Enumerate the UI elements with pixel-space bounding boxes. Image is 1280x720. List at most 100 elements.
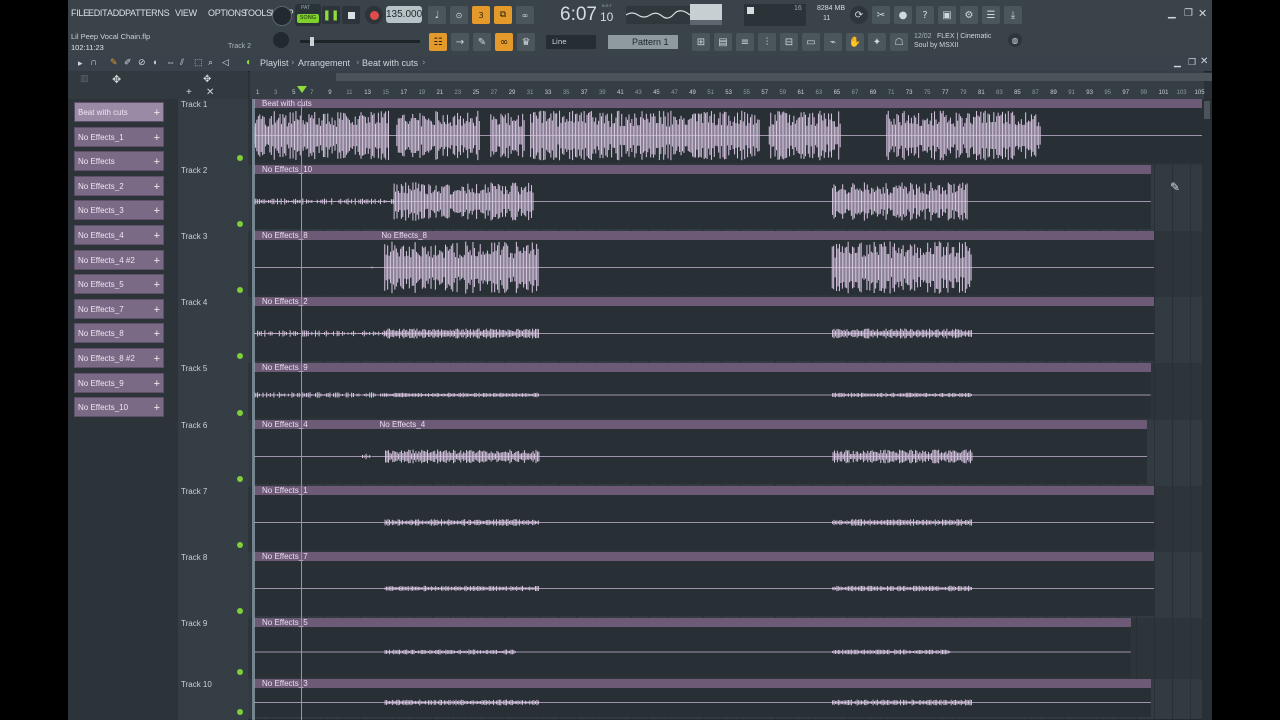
audio-clip[interactable]: No Effects_2: [254, 297, 1155, 361]
restore-button[interactable]: ❐: [1184, 8, 1193, 19]
pattern-move-icon[interactable]: +: [154, 103, 160, 123]
channel-rack-button[interactable]: ▤: [714, 33, 732, 51]
menu-file[interactable]: FILE: [71, 8, 89, 18]
record-button[interactable]: [365, 6, 383, 24]
track-mute-led[interactable]: [237, 353, 243, 359]
track-mute-led[interactable]: [237, 287, 243, 293]
online-button[interactable]: ◍: [1008, 33, 1022, 47]
audio-clip[interactable]: No Effects_9: [254, 363, 1151, 418]
playlist-close[interactable]: ✕: [1200, 56, 1208, 67]
master-pitch-knob[interactable]: [273, 32, 289, 48]
mute-tool-icon[interactable]: ◖: [152, 57, 157, 67]
pause-button[interactable]: ❚❚: [322, 6, 340, 24]
clip-label[interactable]: No Effects_4: [371, 420, 1148, 429]
pattern-move-icon[interactable]: +: [154, 128, 160, 148]
zoom-tool-icon[interactable]: ⌕: [208, 57, 213, 68]
pattern-item[interactable]: No Effects_4 +: [74, 225, 164, 245]
playlist-restore[interactable]: ❐: [1188, 57, 1196, 68]
select-tool-icon[interactable]: ⬚: [194, 57, 203, 68]
audio-input-button[interactable]: ●: [894, 6, 912, 24]
track-name[interactable]: Track 7: [181, 487, 207, 496]
clip-label[interactable]: No Effects_5: [254, 618, 1131, 627]
clip-label[interactable]: No Effects_8: [373, 231, 1155, 240]
track-lane[interactable]: No Effects_1: [248, 486, 1202, 553]
pattern-move-icon[interactable]: +: [154, 251, 160, 271]
pattern-move-icon[interactable]: +: [154, 152, 160, 172]
track-name[interactable]: Track 10: [181, 680, 212, 689]
loop-record-button[interactable]: ⧉: [494, 6, 512, 24]
pattern-move-icon[interactable]: +: [154, 300, 160, 320]
track-mute-led[interactable]: [237, 410, 243, 416]
pattern-item[interactable]: No Effects_5 +: [74, 274, 164, 295]
track-name[interactable]: Track 1: [181, 100, 207, 109]
breadcrumb-pattern[interactable]: Beat with cuts: [362, 58, 418, 68]
menu-tools[interactable]: TOOLS: [243, 8, 272, 18]
pitch-slider[interactable]: [300, 37, 420, 46]
pattern-item[interactable]: No Effects_2 +: [74, 175, 164, 196]
track-mute-led[interactable]: [237, 709, 243, 715]
pattern-item[interactable]: Beat with cuts +: [74, 102, 164, 122]
pattern-item[interactable]: No Effects_4 #2 +: [74, 249, 164, 271]
playhead-marker[interactable]: [297, 86, 307, 93]
track-mute-led[interactable]: [237, 608, 243, 614]
audio-clip[interactable]: No Effects_4: [254, 420, 372, 484]
track-mute-led[interactable]: [237, 155, 243, 161]
download-button[interactable]: ⤓: [1004, 6, 1022, 24]
track-name[interactable]: Track 5: [181, 364, 207, 373]
track-name[interactable]: Track 6: [181, 421, 207, 430]
help-button[interactable]: ?: [916, 6, 934, 24]
track-name[interactable]: Track 9: [181, 619, 207, 628]
plugin-db-button[interactable]: ⌁: [824, 33, 842, 51]
pattern-item[interactable]: No Effects_8 +: [74, 323, 164, 344]
clip-label[interactable]: No Effects_2: [254, 297, 1155, 306]
playlist-menu-icon[interactable]: ▸: [78, 58, 83, 69]
track-lane[interactable]: Beat with cuts: [248, 99, 1205, 166]
metronome-button[interactable]: ♩: [428, 6, 446, 24]
clip-label[interactable]: No Effects_10: [254, 165, 1151, 174]
audio-clip[interactable]: No Effects_10: [254, 165, 1151, 229]
pattern-move-icon[interactable]: +: [154, 374, 160, 394]
delete-tool-icon[interactable]: ⊘: [138, 57, 146, 68]
project-picker-button[interactable]: ▭: [802, 33, 820, 51]
track-mute-led[interactable]: [237, 221, 243, 227]
song-position-display[interactable]: 6:07 10 B:S:T: [556, 2, 622, 28]
track-mute-led[interactable]: [237, 542, 243, 548]
clip-label[interactable]: Beat with cuts: [254, 99, 1205, 108]
track-mute-led[interactable]: [237, 476, 243, 482]
playlist-minimize[interactable]: ▁: [1174, 57, 1181, 68]
slice-tool-icon[interactable]: ⫽: [180, 57, 184, 68]
snap-select[interactable]: Line: [546, 35, 596, 49]
menu-view[interactable]: VIEW: [175, 8, 197, 18]
pattern-item[interactable]: No Effects_1 +: [74, 126, 164, 148]
stamp-button[interactable]: ♛: [517, 33, 535, 51]
breadcrumb-arrangement[interactable]: Arrangement: [298, 58, 350, 68]
pattern-move-icon[interactable]: +: [154, 349, 160, 369]
menu-patterns[interactable]: PATTERNS: [125, 8, 170, 18]
stop-button[interactable]: [342, 6, 360, 24]
picker-move-icon[interactable]: ✥: [112, 73, 121, 86]
horizontal-scrollbar[interactable]: [336, 73, 1212, 81]
paint-tool-icon[interactable]: ✐: [124, 57, 132, 68]
track-lane[interactable]: No Effects_10: [248, 165, 1202, 232]
playlist-play-icon[interactable]: ◐: [246, 57, 252, 68]
close-button[interactable]: ✕: [1198, 7, 1207, 20]
clip-label[interactable]: No Effects_9: [254, 363, 1151, 372]
chat-button[interactable]: ☰: [982, 6, 1000, 24]
magnet-icon[interactable]: ∩: [90, 57, 97, 68]
news-title[interactable]: FLEX | Cinematic: [937, 33, 991, 40]
draw-button[interactable]: ✎: [473, 33, 491, 51]
clip-label[interactable]: No Effects_7: [254, 552, 1155, 561]
track-name[interactable]: Track 3: [181, 232, 207, 241]
audio-clip[interactable]: No Effects_7: [254, 552, 1155, 616]
timeline-ruler[interactable]: 1 3 5 7 9 11 13 15 17 19 21 23 25 27 29 31 33 35 37 39 41 43 4…: [250, 71, 1212, 99]
track-lane[interactable]: No Effects_7: [248, 552, 1202, 619]
vertical-scroll-thumb[interactable]: [1204, 101, 1210, 119]
vertical-scrollbar[interactable]: [1202, 99, 1212, 720]
clip-label[interactable]: No Effects_8: [254, 231, 374, 240]
slip-tool-icon[interactable]: ⇔: [166, 57, 175, 67]
pattern-item[interactable]: No Effects_8 #2 +: [74, 348, 164, 368]
countdown-button[interactable]: 3: [472, 6, 490, 24]
pattern-item[interactable]: No Effects_10 +: [74, 397, 164, 418]
browser-button[interactable]: ⊟: [780, 33, 798, 51]
clip-label[interactable]: No Effects_1: [254, 486, 1155, 495]
